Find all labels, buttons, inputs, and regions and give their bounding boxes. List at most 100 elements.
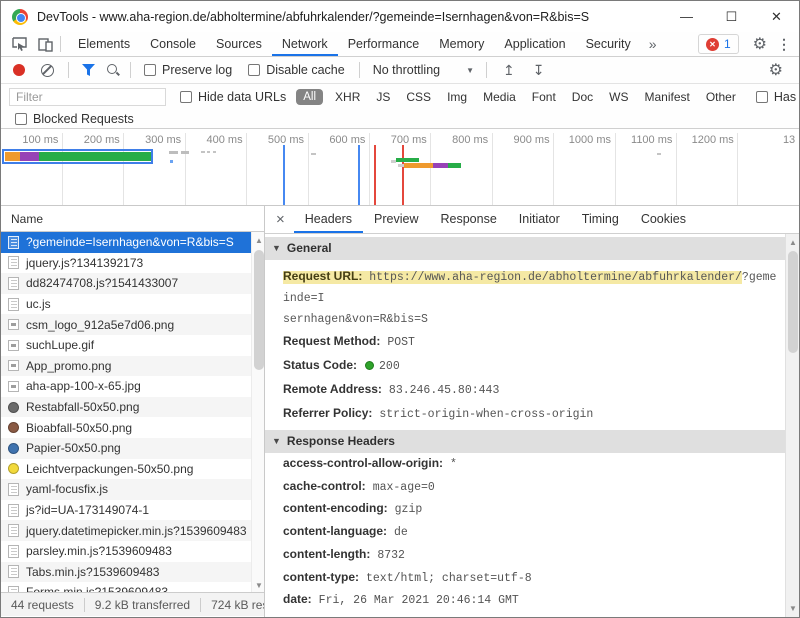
request-row[interactable]: parsley.min.js?1539609483 xyxy=(1,541,251,562)
request-row[interactable]: App_promo.png xyxy=(1,356,251,377)
header-name: cache-control: xyxy=(283,479,366,493)
network-settings-gear-icon[interactable]: ⚙ xyxy=(761,60,791,80)
general-row: Referrer Policy:strict-origin-when-cross… xyxy=(265,402,785,426)
detail-tab-timing[interactable]: Timing xyxy=(571,206,630,233)
request-row[interactable]: yaml-focusfix.js xyxy=(1,479,251,500)
filter-input[interactable] xyxy=(9,88,166,106)
waterfall-bar-segment xyxy=(181,151,189,154)
panel-tabs: ElementsConsoleSourcesNetworkPerformance… xyxy=(68,32,641,56)
request-row[interactable]: Papier-50x50.png xyxy=(1,438,251,459)
request-row[interactable]: dd82474708.js?1541433007 xyxy=(1,273,251,294)
detail-tab-preview[interactable]: Preview xyxy=(363,206,429,233)
details-scrollbar[interactable]: ▲ ▼ xyxy=(785,234,799,617)
scroll-up-icon[interactable]: ▲ xyxy=(786,238,800,247)
settings-gear-icon[interactable]: ⚙ xyxy=(745,34,775,54)
detail-tab-initiator[interactable]: Initiator xyxy=(508,206,571,233)
image-file-icon xyxy=(8,340,19,351)
inspect-element-icon[interactable] xyxy=(11,36,27,52)
filter-type-css[interactable]: CSS xyxy=(398,90,439,104)
request-row[interactable]: Bioabfall-50x50.png xyxy=(1,417,251,438)
hide-data-urls-checkbox[interactable]: Hide data URLs xyxy=(180,90,286,104)
filter-type-media[interactable]: Media xyxy=(475,90,524,104)
filter-type-other[interactable]: Other xyxy=(698,90,744,104)
tab-performance[interactable]: Performance xyxy=(338,32,430,56)
search-icon[interactable] xyxy=(106,63,120,77)
filter-type-doc[interactable]: Doc xyxy=(564,90,601,104)
request-row[interactable]: ?gemeinde=Isernhagen&von=R&bis=S xyxy=(1,232,251,253)
minimize-button[interactable]: — xyxy=(664,1,709,32)
scroll-down-icon[interactable]: ▼ xyxy=(786,604,800,613)
import-har-icon[interactable]: ↥ xyxy=(494,62,524,79)
checkbox[interactable] xyxy=(248,64,260,76)
tab-console[interactable]: Console xyxy=(140,32,206,56)
filter-funnel-icon[interactable] xyxy=(80,62,96,78)
disable-cache-checkbox[interactable]: Disable cache xyxy=(248,63,345,77)
requests-scrollbar[interactable]: ▲ ▼ xyxy=(251,232,265,594)
request-row[interactable]: Tabs.min.js?1539609483 xyxy=(1,562,251,583)
scrollbar-thumb[interactable] xyxy=(788,251,798,353)
tab-memory[interactable]: Memory xyxy=(429,32,494,56)
request-row[interactable]: js?id=UA-173149074-1 xyxy=(1,500,251,521)
device-toolbar-icon[interactable] xyxy=(37,36,53,52)
request-row[interactable]: Leichtverpackungen-50x50.png xyxy=(1,459,251,480)
blocked-requests-checkbox[interactable] xyxy=(15,113,27,125)
general-row: Remote Address:83.246.45.80:443 xyxy=(265,378,785,402)
maximize-button[interactable]: ☐ xyxy=(709,1,754,32)
checkbox[interactable] xyxy=(180,91,192,103)
close-button[interactable]: ✕ xyxy=(754,1,799,32)
request-name: js?id=UA-173149074-1 xyxy=(26,503,149,517)
response-header-rows: access-control-allow-origin:*cache-contr… xyxy=(265,453,785,617)
waterfall-bar-segment xyxy=(433,163,448,168)
close-details-icon[interactable]: × xyxy=(265,211,294,228)
timeline-event-line xyxy=(402,145,404,205)
request-row[interactable]: aha-app-100-x-65.jpg xyxy=(1,376,251,397)
response-header-row: expires:Fri, 26 Mar 2021 20:46:14 GMT xyxy=(265,612,785,617)
header-name: Request Method: xyxy=(283,334,380,348)
tab-sources[interactable]: Sources xyxy=(206,32,272,56)
clear-button[interactable] xyxy=(41,64,54,77)
record-button[interactable] xyxy=(13,64,25,76)
response-headers-section-header[interactable]: ▼ Response Headers xyxy=(265,430,785,453)
export-har-icon[interactable]: ↧ xyxy=(524,62,554,79)
filter-type-font[interactable]: Font xyxy=(524,90,564,104)
checkbox[interactable] xyxy=(144,64,156,76)
request-row[interactable]: jquery.datetimepicker.min.js?1539609483 xyxy=(1,520,251,541)
kebab-menu-icon[interactable]: ⋮ xyxy=(775,36,799,53)
header-name: access-control-allow-origin: xyxy=(283,456,443,470)
script-file-icon xyxy=(8,524,19,537)
more-tabs-button[interactable]: » xyxy=(641,36,665,52)
filter-type-js[interactable]: JS xyxy=(368,90,398,104)
detail-tab-cookies[interactable]: Cookies xyxy=(630,206,697,233)
network-overview-timeline[interactable]: 100 ms200 ms300 ms400 ms500 ms600 ms700 … xyxy=(1,129,799,206)
request-row[interactable]: jquery.js?1341392173 xyxy=(1,253,251,274)
waterfall-bar-segment xyxy=(20,152,39,161)
timeline-tick-label: 1200 ms xyxy=(668,134,734,146)
request-row[interactable]: Restabfall-50x50.png xyxy=(1,397,251,418)
filter-type-img[interactable]: Img xyxy=(439,90,475,104)
has-blocked-cookies-checkbox[interactable]: Has blocked cookies xyxy=(756,90,800,104)
tab-security[interactable]: Security xyxy=(576,32,641,56)
request-row[interactable]: csm_logo_912a5e7d06.png xyxy=(1,314,251,335)
error-badge[interactable]: ✕ 1 xyxy=(698,34,739,54)
preserve-log-checkbox[interactable]: Preserve log xyxy=(144,63,232,77)
filter-type-manifest[interactable]: Manifest xyxy=(636,90,697,104)
tab-application[interactable]: Application xyxy=(494,32,575,56)
request-url-row: Request URL: https://www.aha-region.de/a… xyxy=(265,266,785,330)
tab-network[interactable]: Network xyxy=(272,32,338,56)
name-column-header[interactable]: Name xyxy=(1,206,265,232)
request-row[interactable]: uc.js xyxy=(1,294,251,315)
status-ok-dot-icon xyxy=(365,361,374,370)
filter-type-xhr[interactable]: XHR xyxy=(327,90,368,104)
filter-type-ws[interactable]: WS xyxy=(601,90,636,104)
timeline-tick-label: 500 ms xyxy=(238,134,304,146)
throttling-dropdown[interactable]: No throttling ▼ xyxy=(373,63,474,77)
scrollbar-thumb[interactable] xyxy=(254,250,264,370)
tab-elements[interactable]: Elements xyxy=(68,32,140,56)
detail-tab-response[interactable]: Response xyxy=(429,206,507,233)
checkbox[interactable] xyxy=(756,91,768,103)
detail-tab-headers[interactable]: Headers xyxy=(294,206,363,233)
filter-type-all[interactable]: All xyxy=(296,89,323,105)
timeline-tick-label: 100 ms xyxy=(1,134,58,146)
request-row[interactable]: suchLupe.gif xyxy=(1,335,251,356)
general-section-header[interactable]: ▼ General xyxy=(265,237,785,260)
